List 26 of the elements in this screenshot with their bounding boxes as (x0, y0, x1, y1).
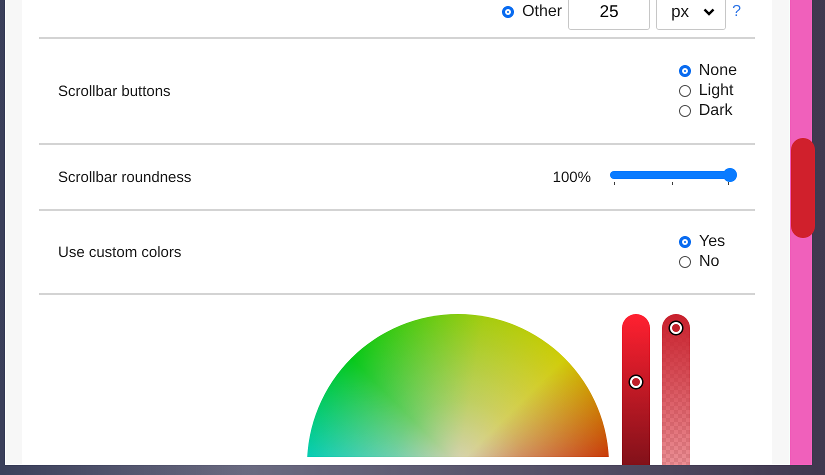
radio-button[interactable] (678, 85, 691, 97)
setting-label: Scrollbar buttons (58, 82, 171, 100)
radio-button[interactable] (678, 105, 691, 117)
slider-reading: 100% (552, 168, 591, 186)
chevron-down-icon (703, 8, 716, 16)
radio-option[interactable]: None (678, 62, 737, 80)
lightness-slider[interactable] (622, 314, 650, 465)
slider-thumb[interactable] (723, 168, 737, 182)
radio-button[interactable] (679, 236, 691, 248)
radio-option[interactable]: No (679, 253, 737, 271)
help-link[interactable]: ? (732, 2, 741, 20)
radio-option[interactable]: Dark (678, 102, 737, 120)
radio-option[interactable]: Yes (679, 233, 737, 251)
scrollbar-thumb[interactable] (791, 138, 815, 238)
opacity-slider[interactable] (662, 314, 690, 465)
radio-option[interactable]: Light (678, 82, 737, 100)
setting-label: Use custom colors (58, 244, 182, 260)
radio-option[interactable]: Other (502, 2, 562, 20)
radio-button[interactable] (678, 65, 691, 77)
size-input-field[interactable]: 25 (568, 0, 650, 30)
unit-dropdown[interactable]: px (656, 0, 726, 30)
setting-label: Scrollbar roundness (58, 168, 192, 186)
radio-button[interactable] (502, 6, 514, 18)
slider-thumb[interactable] (630, 376, 642, 388)
slider-thumb[interactable] (670, 322, 682, 334)
radio-button[interactable] (679, 256, 691, 268)
